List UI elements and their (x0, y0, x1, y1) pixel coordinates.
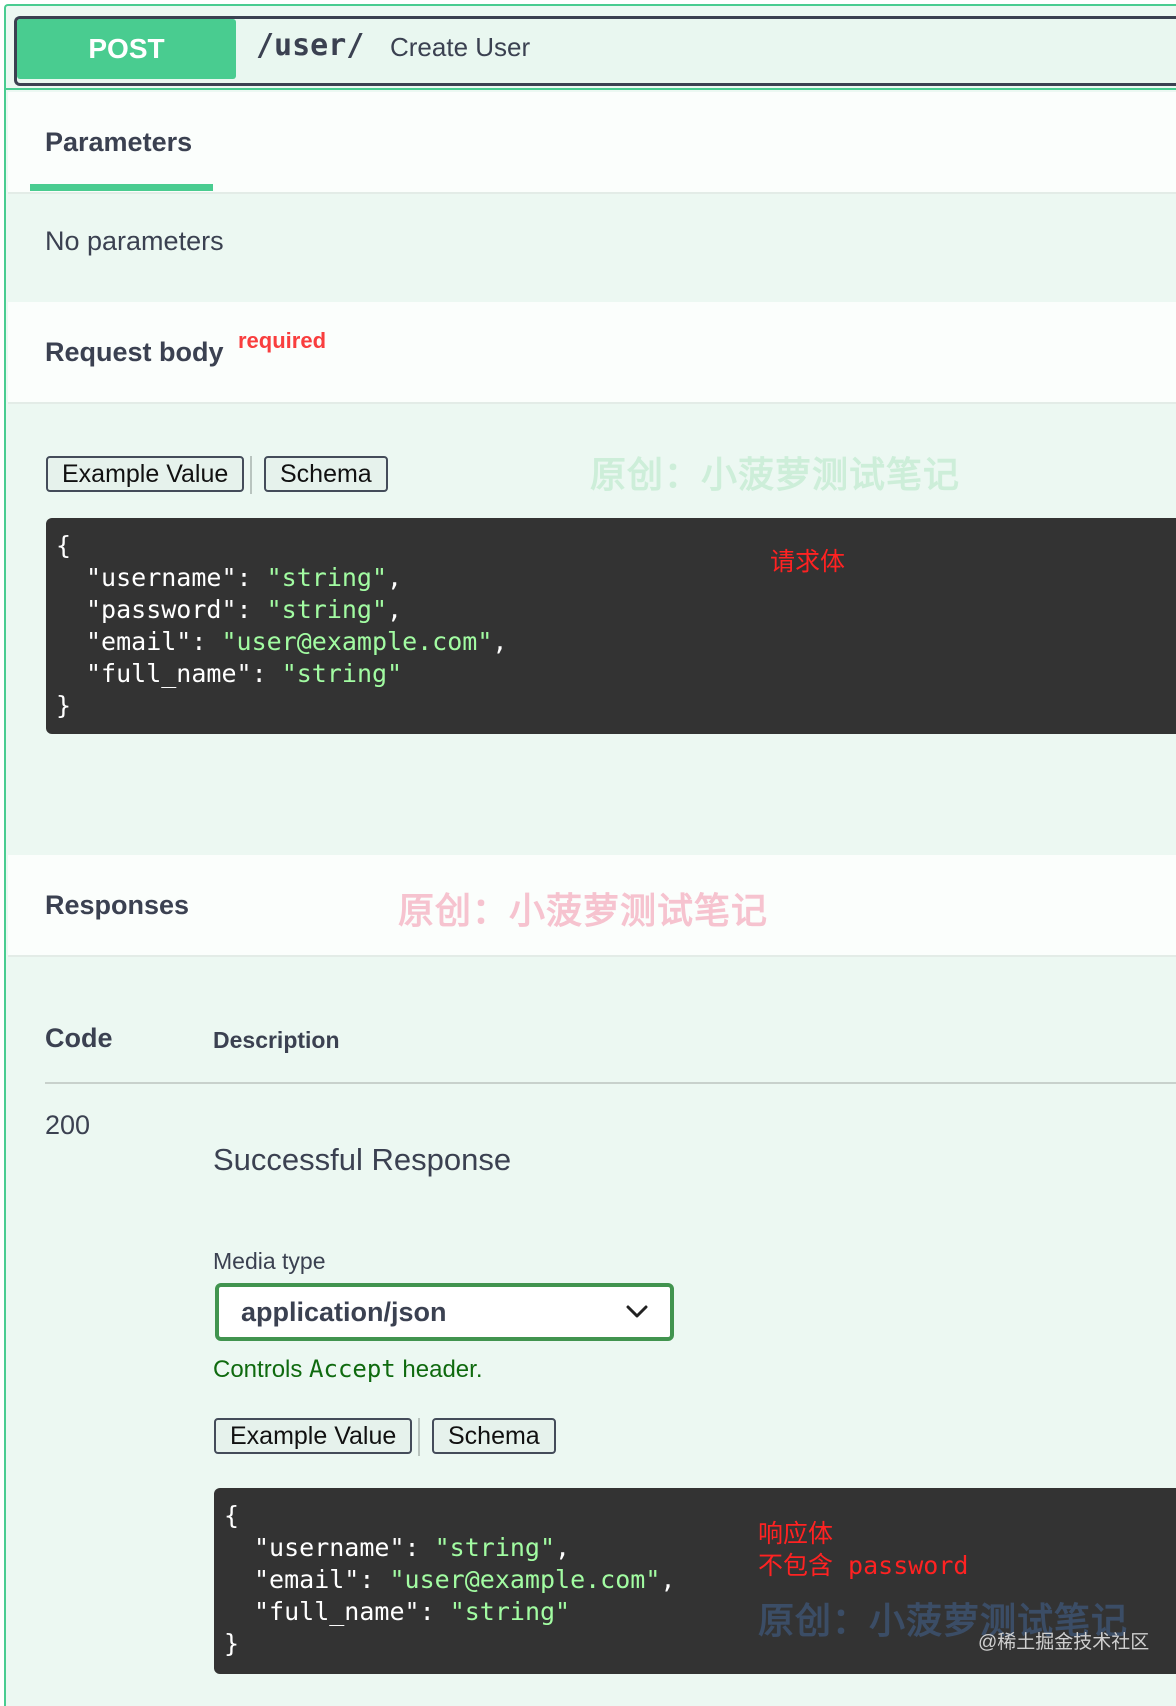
response-code: 200 (45, 1110, 91, 1140)
responses-title: Responses (45, 890, 190, 920)
active-tab-indicator (30, 184, 213, 191)
request-example-value-tab[interactable]: Example Value (46, 456, 245, 492)
summary-divider (6, 88, 1176, 90)
request-body-title: Request body (45, 337, 224, 367)
watermark: 原创：小菠萝测试笔记 (590, 454, 961, 495)
watermark: 原创：小菠萝测试笔记 (398, 890, 769, 931)
column-header-description: Description (213, 1027, 340, 1053)
tab-divider (250, 456, 252, 494)
code-brace-open: { (56, 531, 72, 560)
response-schema-tab[interactable]: Schema (432, 1418, 556, 1454)
tab-divider (418, 1418, 420, 1456)
tab-parameters[interactable]: Parameters (45, 127, 192, 158)
code-line: "email": "user@example.com", (254, 1565, 676, 1594)
site-watermark: @稀土掘金技术社区 (978, 1632, 1150, 1653)
media-type-select[interactable]: application/json (215, 1283, 674, 1341)
code-brace-close: } (56, 691, 72, 720)
code-brace-open: { (224, 1501, 240, 1530)
chevron-down-icon (626, 1305, 648, 1318)
code-line: "full_name": "string" (254, 1597, 571, 1626)
code-brace-close: } (224, 1629, 240, 1658)
code-line: "email": "user@example.com", (86, 627, 508, 656)
response-description: Successful Response (213, 1142, 512, 1177)
request-example-code[interactable]: { "username": "string", "password": "str… (46, 518, 1176, 734)
request-body-annotation: 请求体 (770, 547, 846, 576)
response-annotation-note: 不包含 password (758, 1551, 969, 1580)
code-line: "username": "string", (254, 1533, 571, 1562)
request-schema-tab[interactable]: Schema (264, 456, 388, 492)
code-line: "password": "string", (86, 595, 403, 624)
table-header-rule (45, 1082, 1176, 1084)
response-example-value-tab[interactable]: Example Value (214, 1418, 413, 1454)
column-header-code: Code (45, 1023, 113, 1053)
response-annotation-title: 响应体 (758, 1519, 834, 1548)
media-type-label: Media type (213, 1248, 326, 1274)
required-badge: required (238, 328, 327, 353)
code-line: "full_name": "string" (86, 659, 403, 688)
media-type-selected: application/json (241, 1296, 447, 1327)
code-line: "username": "string", (86, 563, 403, 592)
controls-accept-hint: Controls Accept header. (213, 1355, 483, 1383)
operation-path[interactable]: /user/ (256, 28, 364, 63)
operation-summary-text[interactable]: Create User (390, 32, 530, 63)
no-parameters-text: No parameters (45, 226, 224, 256)
method-badge[interactable]: POST (17, 19, 236, 79)
